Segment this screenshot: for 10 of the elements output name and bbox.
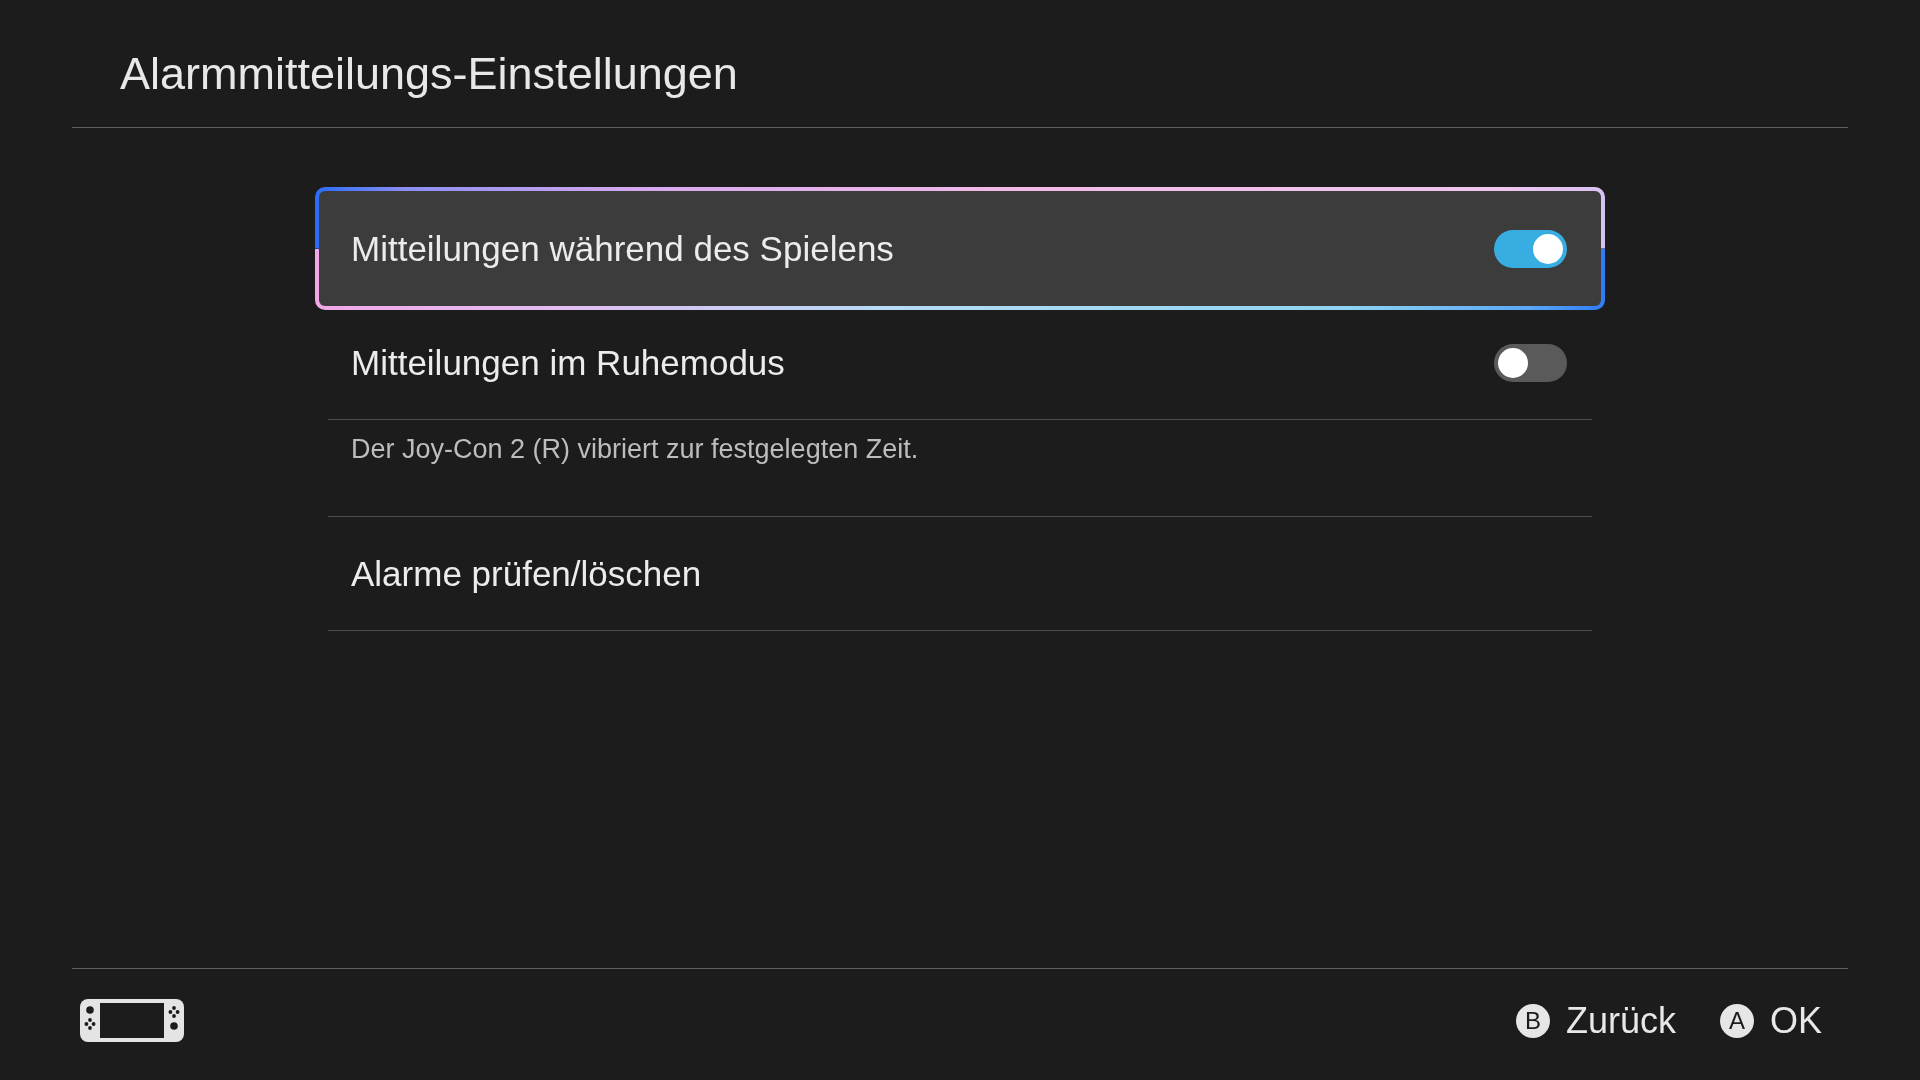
controller-key-glyph: B (1515, 1003, 1550, 1038)
toggle-switch[interactable] (1494, 343, 1567, 382)
handheld-console-icon (80, 999, 184, 1042)
page-title: Alarmmitteilungs-Einstellungen (120, 47, 738, 100)
description-text: Der Joy-Con 2 (R) vibriert zur festgelegten Zeit. (351, 434, 919, 464)
footer-action[interactable]: B Zurück (1515, 999, 1676, 1042)
toggle-switch[interactable] (1494, 229, 1567, 268)
footer-action[interactable]: A OK (1720, 999, 1822, 1042)
settings-row[interactable]: Alarme prüfen/löschen (315, 517, 1605, 630)
controller-key-glyph: A (1720, 1003, 1754, 1038)
